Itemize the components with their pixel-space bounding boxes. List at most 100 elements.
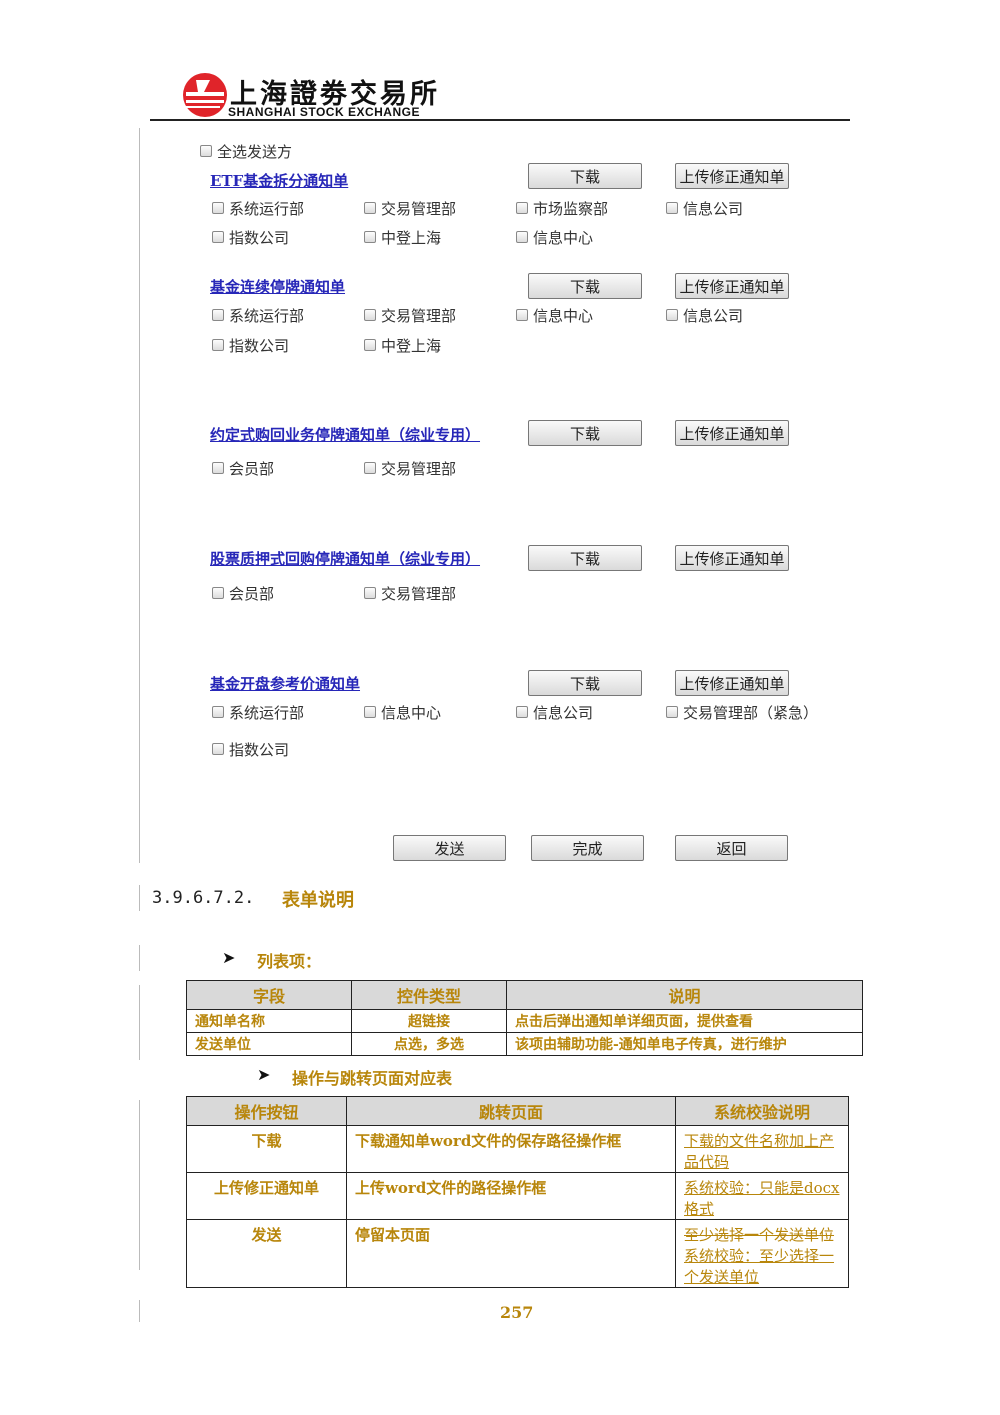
arrow-bullet-icon: ➤ (257, 1065, 271, 1084)
checkbox-icon[interactable] (212, 230, 224, 243)
checkbox-icon[interactable] (516, 201, 528, 214)
recipient-checkbox[interactable]: 会员部 (212, 583, 274, 604)
table-cell: 上传修正通知单 (186, 1172, 347, 1220)
back-button[interactable]: 返回 (675, 835, 788, 861)
checkbox-icon[interactable] (212, 308, 224, 321)
table-row: 上传修正通知单 上传word文件的路径操作框 系统校验：只能是docx格式 (186, 1172, 849, 1220)
recipient-checkbox[interactable]: 交易管理部 (364, 583, 456, 604)
send-button[interactable]: 发送 (393, 835, 506, 861)
table-cell: 至少选择一个发送单位系统校验：至少选择一个发送单位 (675, 1219, 849, 1288)
table-row: 下载 下载通知单word文件的保存路径操作框 下载的文件名称加上产品代码 (186, 1125, 849, 1173)
recipient-checkbox[interactable]: 信息中心 (516, 227, 593, 248)
column-header: 字段 (186, 980, 352, 1010)
column-header: 操作按钮 (186, 1096, 347, 1126)
download-button[interactable]: 下载 (528, 163, 642, 189)
recipient-checkbox[interactable]: 系统运行部 (212, 198, 304, 219)
table-cell: 上传word文件的路径操作框 (346, 1172, 676, 1220)
upload-corrected-button[interactable]: 上传修正通知单 (675, 420, 789, 446)
recipient-checkbox[interactable]: 中登上海 (364, 227, 441, 248)
table-cell: 通知单名称 (186, 1009, 352, 1033)
checkbox-icon[interactable] (364, 201, 376, 214)
notice-link-etf-split[interactable]: ETF基金拆分通知单 (210, 170, 348, 191)
column-header: 系统校验说明 (675, 1096, 849, 1126)
recipient-checkbox[interactable]: 中登上海 (364, 335, 441, 356)
checkbox-icon[interactable] (364, 586, 376, 599)
notice-link-fund-suspension[interactable]: 基金连续停牌通知单 (210, 276, 345, 297)
checkbox-icon[interactable] (516, 230, 528, 243)
table-cell: 点击后弹出通知单详细页面，提供查看 (506, 1009, 863, 1033)
recipient-checkbox[interactable]: 指数公司 (212, 335, 289, 356)
done-button[interactable]: 完成 (531, 835, 644, 861)
recipient-checkbox[interactable]: 信息中心 (516, 305, 593, 326)
margin-bar (139, 1300, 140, 1322)
table-cell: 点选，多选 (351, 1032, 507, 1056)
notice-link-fund-open-price[interactable]: 基金开盘参考价通知单 (210, 673, 360, 694)
download-button[interactable]: 下载 (528, 273, 642, 299)
checkbox-icon[interactable] (666, 201, 678, 214)
table-cell: 下载通知单word文件的保存路径操作框 (346, 1125, 676, 1173)
checkbox-icon[interactable] (364, 338, 376, 351)
deleted-text: 至少选择一个发送单位 (684, 1226, 835, 1244)
download-button[interactable]: 下载 (528, 670, 642, 696)
table-row: 发送 停留本页面 至少选择一个发送单位系统校验：至少选择一个发送单位 (186, 1219, 849, 1288)
checkbox-icon[interactable] (212, 461, 224, 474)
download-button[interactable]: 下载 (528, 545, 642, 571)
checkbox-icon[interactable] (516, 705, 528, 718)
recipient-checkbox[interactable]: 交易管理部 (364, 198, 456, 219)
page-number: 257 (500, 1303, 534, 1322)
table-cell: 发送 (186, 1219, 347, 1288)
checkbox-icon[interactable] (212, 201, 224, 214)
margin-bar (139, 1100, 140, 1270)
recipient-checkbox[interactable]: 交易管理部 (364, 458, 456, 479)
table-row: 发送单位 点选，多选 该项由辅助功能-通知单电子传真，进行维护 (186, 1032, 863, 1056)
margin-bar (139, 885, 140, 911)
upload-corrected-button[interactable]: 上传修正通知单 (675, 670, 789, 696)
section-number: 3.9.6.7.2. (152, 888, 255, 908)
checkbox-icon[interactable] (212, 586, 224, 599)
notification-form-screenshot: 全选发送方 ETF基金拆分通知单 下载 上传修正通知单 系统运行部 交易管理部 … (0, 0, 1000, 870)
margin-bar (139, 945, 140, 971)
arrow-bullet-icon: ➤ (222, 948, 236, 967)
checkbox-icon[interactable] (212, 742, 224, 755)
notice-link-pledge-repurchase[interactable]: 股票质押式回购停牌通知单（综业专用） (210, 548, 480, 569)
recipient-checkbox[interactable]: 会员部 (212, 458, 274, 479)
recipient-checkbox[interactable]: 信息公司 (666, 198, 743, 219)
checkbox-icon[interactable] (666, 308, 678, 321)
recipient-checkbox[interactable]: 指数公司 (212, 739, 289, 760)
checkbox-icon[interactable] (212, 705, 224, 718)
checkbox-icon[interactable] (364, 461, 376, 474)
table-cell: 超链接 (351, 1009, 507, 1033)
upload-corrected-button[interactable]: 上传修正通知单 (675, 273, 789, 299)
checkbox-icon[interactable] (364, 705, 376, 718)
recipient-checkbox[interactable]: 系统运行部 (212, 702, 304, 723)
table-cell: 下载 (186, 1125, 347, 1173)
section-title: 表单说明 (282, 890, 354, 911)
checkbox-icon[interactable] (364, 230, 376, 243)
recipient-checkbox[interactable]: 交易管理部（紧急） (666, 702, 818, 723)
margin-bar (139, 985, 140, 1060)
inserted-text: 系统校验：至少选择一个发送单位 (684, 1247, 835, 1286)
recipient-checkbox[interactable]: 市场监察部 (516, 198, 608, 219)
list-items-table: 字段 控件类型 说明 通知单名称 超链接 点击后弹出通知单详细页面，提供查看 发… (186, 980, 863, 1056)
select-all-checkbox[interactable]: 全选发送方 (200, 141, 292, 162)
checkbox-icon[interactable] (212, 338, 224, 351)
notice-link-agreed-repurchase[interactable]: 约定式购回业务停牌通知单（综业专用） (210, 424, 480, 445)
upload-corrected-button[interactable]: 上传修正通知单 (675, 163, 789, 189)
download-button[interactable]: 下载 (528, 420, 642, 446)
recipient-checkbox[interactable]: 交易管理部 (364, 305, 456, 326)
recipient-checkbox[interactable]: 指数公司 (212, 227, 289, 248)
operations-table: 操作按钮 跳转页面 系统校验说明 下载 下载通知单word文件的保存路径操作框 … (186, 1096, 849, 1288)
ops-heading: 操作与跳转页面对应表 (292, 1069, 453, 1088)
checkbox-icon[interactable] (516, 308, 528, 321)
table-cell: 系统校验：只能是docx格式 (675, 1172, 849, 1220)
table-cell: 停留本页面 (346, 1219, 676, 1288)
recipient-checkbox[interactable]: 系统运行部 (212, 305, 304, 326)
checkbox-icon[interactable] (666, 705, 678, 718)
checkbox-icon[interactable] (364, 308, 376, 321)
list-heading: 列表项： (257, 952, 322, 971)
recipient-checkbox[interactable]: 信息公司 (516, 702, 593, 723)
checkbox-icon[interactable] (200, 144, 212, 157)
recipient-checkbox[interactable]: 信息中心 (364, 702, 441, 723)
recipient-checkbox[interactable]: 信息公司 (666, 305, 743, 326)
upload-corrected-button[interactable]: 上传修正通知单 (675, 545, 789, 571)
